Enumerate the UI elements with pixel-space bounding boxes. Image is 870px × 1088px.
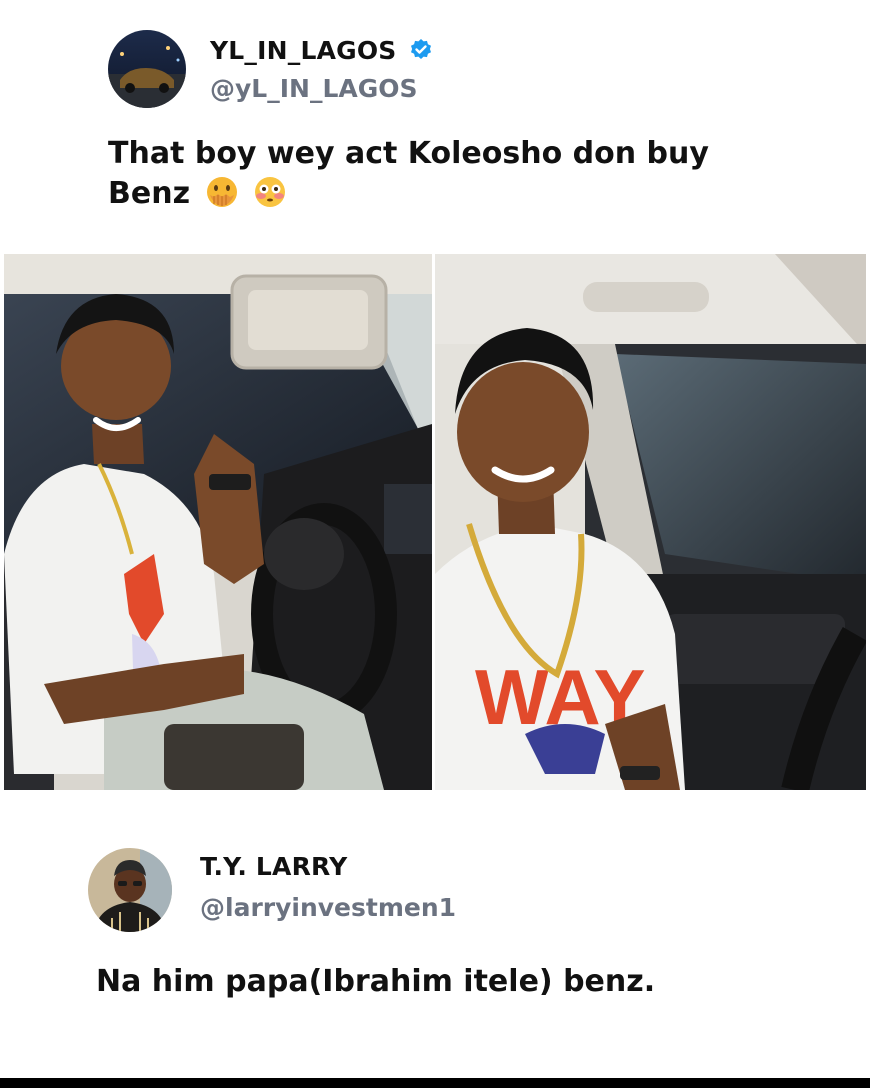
reply-tweet: T.Y. LARRY @larryinvestmen1 Na him papa(… [0,790,870,1078]
face-with-hand-over-mouth-icon [204,175,240,220]
tweet-text-line2-word: Benz [108,176,191,211]
reply-author-handle[interactable]: @larryinvestmen1 [200,893,456,922]
author-name-text: YL_IN_LAGOS [210,36,397,65]
tweet-text-line1: That boy wey act Koleosho don buy [108,136,709,171]
reply-text: Na him papa(Ibrahim itele) benz. [96,964,656,999]
flushed-face-icon [253,175,287,220]
verified-badge-icon [409,38,433,68]
photo-right[interactable]: WAY [435,254,866,790]
photo-left[interactable] [4,254,432,790]
original-tweet: YL_IN_LAGOS @yL_IN_LAGOS That boy wey ac… [0,0,870,254]
reply-author-avatar[interactable] [88,848,172,932]
bottom-divider [0,1078,870,1088]
reply-author-name[interactable]: T.Y. LARRY [200,852,347,881]
author-name[interactable]: YL_IN_LAGOS [210,36,433,68]
tweet-text-line2: Benz [108,174,709,220]
author-handle[interactable]: @yL_IN_LAGOS [210,74,418,103]
tweet-text: That boy wey act Koleosho don buy Benz [108,134,709,220]
author-avatar[interactable] [108,30,186,108]
